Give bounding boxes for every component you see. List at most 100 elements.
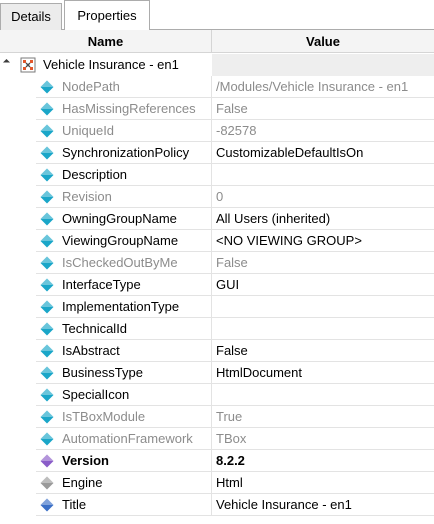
cyan-diamond-icon — [40, 366, 54, 380]
property-row[interactable]: Description — [0, 164, 434, 186]
row-gutter — [0, 164, 36, 186]
property-value: False — [216, 101, 248, 116]
property-name: IsTBoxModule — [62, 409, 146, 424]
cyan-diamond-icon — [40, 432, 54, 446]
row-gutter — [0, 384, 36, 406]
cyan-diamond-icon — [40, 124, 54, 138]
property-name: SynchronizationPolicy — [62, 145, 190, 160]
root-node-value — [212, 54, 434, 76]
property-value-cell[interactable] — [212, 164, 434, 186]
property-value: <NO VIEWING GROUP> — [216, 233, 362, 248]
property-name: BusinessType — [62, 365, 143, 380]
property-name: OwningGroupName — [62, 211, 177, 226]
cyan-diamond-icon — [40, 234, 54, 248]
cyan-diamond-icon — [40, 168, 54, 182]
property-row[interactable]: UniqueId -82578 — [0, 120, 434, 142]
property-row[interactable]: SpecialIcon — [0, 384, 434, 406]
cyan-diamond-icon — [40, 322, 54, 336]
property-value: TBox — [216, 431, 247, 446]
root-node-label: Vehicle Insurance - en1 — [43, 57, 179, 72]
property-name: AutomationFramework — [62, 431, 193, 446]
row-gutter — [0, 362, 36, 384]
property-value-cell[interactable] — [212, 186, 434, 208]
property-value: HtmlDocument — [216, 365, 302, 380]
row-gutter — [0, 98, 36, 120]
property-row[interactable]: Revision 0 — [0, 186, 434, 208]
tab-details[interactable]: Details — [0, 3, 62, 30]
cyan-diamond-icon — [40, 146, 54, 160]
row-gutter — [0, 428, 36, 450]
property-row[interactable]: OwningGroupName All Users (inherited) — [0, 208, 434, 230]
row-gutter — [0, 494, 36, 516]
property-value-cell[interactable] — [212, 318, 434, 340]
row-gutter — [0, 186, 36, 208]
property-row[interactable]: Engine Html — [0, 472, 434, 494]
row-gutter — [0, 406, 36, 428]
property-row[interactable]: NodePath/Modules/Vehicle Insurance - en1 — [0, 76, 434, 98]
property-row[interactable]: HasMissingReferences False — [0, 98, 434, 120]
tab-strip: Details Properties — [0, 0, 434, 31]
row-gutter — [0, 340, 36, 362]
row-gutter — [0, 450, 36, 472]
property-value: /Modules/Vehicle Insurance - en1 — [216, 79, 409, 94]
row-gutter — [0, 472, 36, 494]
property-row[interactable]: SynchronizationPolicy CustomizableDefault… — [0, 142, 434, 164]
purple-diamond-icon — [40, 454, 54, 468]
property-value: 8.2.2 — [216, 453, 245, 468]
root-node-row[interactable]: Vehicle Insurance - en1 — [0, 54, 434, 76]
property-name: IsCheckedOutByMe — [62, 255, 178, 270]
grid-header: Name Value — [0, 30, 434, 53]
property-value-cell[interactable] — [212, 450, 434, 472]
row-gutter — [0, 252, 36, 274]
blue-diamond-icon — [40, 498, 54, 512]
property-row[interactable]: ImplementationType — [0, 296, 434, 318]
property-name: NodePath — [62, 79, 120, 94]
property-row[interactable]: IsAbstract False — [0, 340, 434, 362]
cyan-diamond-icon — [40, 300, 54, 314]
row-gutter — [0, 208, 36, 230]
property-value-cell[interactable] — [212, 472, 434, 494]
property-name: InterfaceType — [62, 277, 141, 292]
cyan-diamond-icon — [40, 190, 54, 204]
row-gutter — [0, 120, 36, 142]
collapse-arrow-icon[interactable] — [2, 58, 11, 67]
property-row[interactable]: Title Vehicle Insurance - en1 — [0, 494, 434, 516]
property-row[interactable]: ViewingGroupName <NO VIEWING GROUP> — [0, 230, 434, 252]
cyan-diamond-icon — [40, 278, 54, 292]
property-value-cell[interactable] — [212, 384, 434, 406]
property-name: SpecialIcon — [62, 387, 130, 402]
property-row[interactable]: BusinessType HtmlDocument — [0, 362, 434, 384]
row-gutter — [0, 296, 36, 318]
gray-diamond-icon — [40, 476, 54, 490]
property-row[interactable]: AutomationFramework TBox — [0, 428, 434, 450]
property-value: -82578 — [216, 123, 257, 138]
tab-properties[interactable]: Properties — [64, 0, 150, 31]
cyan-diamond-icon — [40, 80, 54, 94]
property-name: ImplementationType — [62, 299, 180, 314]
property-name: TechnicalId — [62, 321, 128, 336]
property-value-cell[interactable] — [212, 296, 434, 318]
property-name: Revision — [62, 189, 112, 204]
cyan-diamond-icon — [40, 102, 54, 116]
property-row[interactable]: InterfaceType GUI — [0, 274, 434, 296]
property-row[interactable]: IsTBoxModule True — [0, 406, 434, 428]
property-row[interactable]: Version 8.2.2 — [0, 450, 434, 472]
property-row[interactable]: TechnicalId — [0, 318, 434, 340]
property-name: HasMissingReferences — [62, 101, 196, 116]
column-header-value[interactable]: Value — [212, 30, 434, 53]
property-value: False — [216, 255, 248, 270]
column-header-name[interactable]: Name — [0, 30, 212, 53]
property-name: Engine — [62, 475, 103, 490]
cyan-diamond-icon — [40, 410, 54, 424]
property-grid: Name Value Vehicle Insurance - en1 NodeP… — [0, 30, 434, 524]
property-name: Description — [62, 167, 128, 182]
row-gutter — [0, 318, 36, 340]
property-value-cell[interactable] — [212, 274, 434, 296]
row-gutter — [0, 230, 36, 252]
module-icon — [20, 57, 36, 73]
property-rows: NodePath/Modules/Vehicle Insurance - en1… — [0, 76, 434, 516]
property-row[interactable]: IsCheckedOutByMe False — [0, 252, 434, 274]
row-gutter — [0, 76, 36, 98]
property-value: CustomizableDefaultIsOn — [216, 145, 364, 160]
property-value-cell[interactable] — [212, 406, 434, 428]
